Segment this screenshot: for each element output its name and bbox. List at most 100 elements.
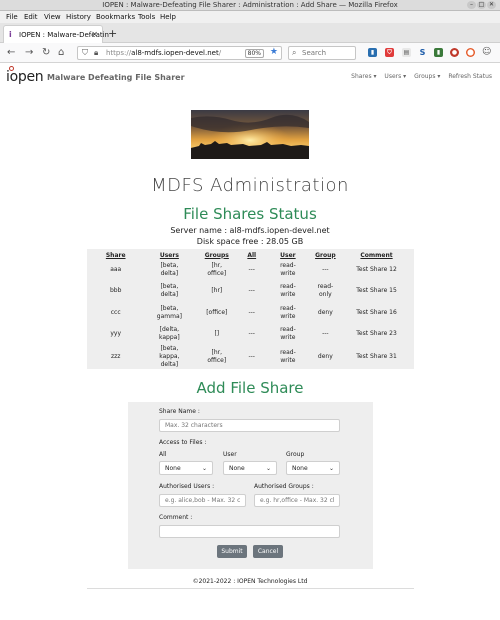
extension-icon-3[interactable]: ▤ <box>402 48 411 57</box>
logo-signal-icon <box>9 66 14 71</box>
cell-share[interactable]: ccc <box>87 302 144 324</box>
share-name-input[interactable] <box>159 419 340 432</box>
shares-table-panel: Share Users Groups All User Group Commen… <box>87 249 414 369</box>
footer-copyright: ©2021-2022 : IOPEN Technologies Ltd <box>192 578 308 585</box>
add-share-title: Add File Share <box>196 379 304 397</box>
submit-button[interactable]: Submit <box>217 545 247 558</box>
col-all[interactable]: All <box>239 249 264 259</box>
chevron-down-icon: ⌄ <box>265 465 271 472</box>
table-row: yyy [delta, kappa] [] --- read- write --- Test… <box>87 324 414 346</box>
table-header-row: Share Users Groups All User Group Commen… <box>87 249 414 259</box>
comment-input[interactable] <box>159 525 340 538</box>
search-icon: ⌕ <box>292 48 297 57</box>
menu-help[interactable]: Help <box>160 13 176 21</box>
new-tab-icon[interactable]: + <box>108 27 117 40</box>
cell-user: read- write <box>280 261 296 277</box>
cell-share[interactable]: aaa <box>87 259 144 281</box>
url-bar[interactable]: ⛉ 🔒︎ https://al8-mdfs.iopen-devel.net/ 8… <box>77 46 282 60</box>
cell-share[interactable]: bbb <box>87 281 144 303</box>
cell-share[interactable]: zzz <box>87 345 144 369</box>
group-access-select[interactable]: None ⌄ <box>286 461 340 475</box>
window-title-bar: IOPEN : Malware-Defeating File Sharer : … <box>0 0 500 11</box>
extension-icon-6[interactable]: ● <box>450 48 459 57</box>
auth-groups-label: Authorised Groups : <box>254 483 314 490</box>
page-content: iopen Malware Defeating File Sharer Shar… <box>0 63 500 620</box>
footer-divider <box>87 588 414 589</box>
cell-all: --- <box>248 353 255 360</box>
chevron-down-icon: ⌄ <box>328 465 334 472</box>
iopen-logo[interactable]: iopen <box>6 66 44 85</box>
maximize-icon[interactable]: □ <box>477 1 486 9</box>
search-box[interactable]: ⌕ <box>288 46 356 60</box>
zoom-level[interactable]: 80% <box>244 49 264 58</box>
extension-icon-5[interactable]: ▮ <box>434 48 443 57</box>
nav-groups[interactable]: Groups ▾ <box>414 73 440 80</box>
close-window-icon[interactable]: ✕ <box>487 1 496 9</box>
app-name: Malware Defeating File Sharer <box>47 73 185 82</box>
cell-users: [beta, delta] <box>160 261 179 277</box>
menu-file[interactable]: File <box>6 13 18 21</box>
all-label: All <box>159 451 167 458</box>
page-title: MDFS Administration <box>151 175 349 196</box>
back-icon[interactable]: ← <box>7 47 15 59</box>
table-row: aaa [beta, delta] [hr, office] --- read- wri… <box>87 259 414 281</box>
comment-label: Comment : <box>159 514 193 521</box>
cell-groups: [hr, office] <box>207 261 227 277</box>
cell-all: --- <box>248 308 255 316</box>
cell-comment: Test Share 31 <box>356 353 397 360</box>
cell-comment: Test Share 16 <box>356 308 397 316</box>
menu-history[interactable]: History <box>66 13 91 21</box>
cell-group: --- <box>322 330 329 338</box>
extension-icon-1[interactable]: ▮ <box>368 48 377 57</box>
menu-edit[interactable]: Edit <box>24 13 38 21</box>
cell-groups: [hr] <box>211 287 223 295</box>
col-user[interactable]: User <box>264 249 311 259</box>
reload-icon[interactable]: ↻ <box>42 47 50 59</box>
cell-share[interactable]: yyy <box>87 324 144 346</box>
shield-icon[interactable]: ⛉ <box>82 48 88 58</box>
lock-icon[interactable]: 🔒︎ <box>94 48 98 58</box>
forward-icon[interactable]: → <box>25 47 33 59</box>
cell-users: [beta, kappa, delta] <box>159 345 180 368</box>
auth-groups-input[interactable] <box>254 494 340 507</box>
home-icon[interactable]: ⌂ <box>58 47 64 59</box>
menu-view[interactable]: View <box>44 13 61 21</box>
tab-close-icon[interactable]: ✕ <box>91 30 98 39</box>
user-access-select[interactable]: None ⌄ <box>223 461 277 475</box>
menu-bookmarks[interactable]: Bookmarks <box>96 13 135 21</box>
tab-iopen[interactable]: i IOPEN : Malware-Defeatin ✕ <box>3 25 109 43</box>
cell-user: read- write <box>280 349 296 364</box>
col-groups[interactable]: Groups <box>194 249 239 259</box>
cell-users: [beta, delta] <box>160 283 179 299</box>
window-title: IOPEN : Malware-Defeating File Sharer : … <box>102 1 398 9</box>
menu-tools[interactable]: Tools <box>138 13 155 21</box>
add-share-form: Share Name : Access to Files : All User … <box>128 402 373 569</box>
nav-users[interactable]: Users ▾ <box>384 73 406 80</box>
minimize-icon[interactable]: – <box>467 1 476 9</box>
extension-icon-7[interactable]: ⬤ <box>466 48 475 57</box>
group-access-value: None <box>292 465 308 472</box>
nav-shares[interactable]: Shares ▾ <box>351 73 376 80</box>
nav-refresh-status[interactable]: Refresh Status <box>448 73 492 80</box>
server-name: Server name : al8-mdfs.iopen-devel.net <box>170 226 330 235</box>
table-row: zzz [beta, kappa, delta] [hr, office] --- re… <box>87 345 414 369</box>
auth-users-input[interactable] <box>159 494 246 507</box>
sunset-banner-image <box>191 110 309 159</box>
col-group[interactable]: Group <box>312 249 339 259</box>
all-access-value: None <box>165 465 181 472</box>
cell-groups: [] <box>214 330 220 338</box>
auth-users-label: Authorised Users : <box>159 483 215 490</box>
col-users[interactable]: Users <box>144 249 194 259</box>
bookmark-star-icon[interactable]: ★ <box>270 47 278 57</box>
url-text[interactable]: https://al8-mdfs.iopen-devel.net/ <box>106 49 221 57</box>
status-title: File Shares Status <box>183 205 317 223</box>
search-input[interactable] <box>302 48 354 58</box>
account-icon[interactable]: ☺ <box>482 48 491 57</box>
extension-icon-s[interactable]: S <box>418 48 427 57</box>
extension-icon-2[interactable]: ⛉ <box>385 48 394 57</box>
col-share[interactable]: Share <box>87 249 144 259</box>
all-access-select[interactable]: None ⌄ <box>159 461 213 475</box>
col-comment[interactable]: Comment <box>339 249 414 259</box>
cell-groups: [hr, office] <box>207 349 227 364</box>
cancel-button[interactable]: Cancel <box>253 545 283 558</box>
